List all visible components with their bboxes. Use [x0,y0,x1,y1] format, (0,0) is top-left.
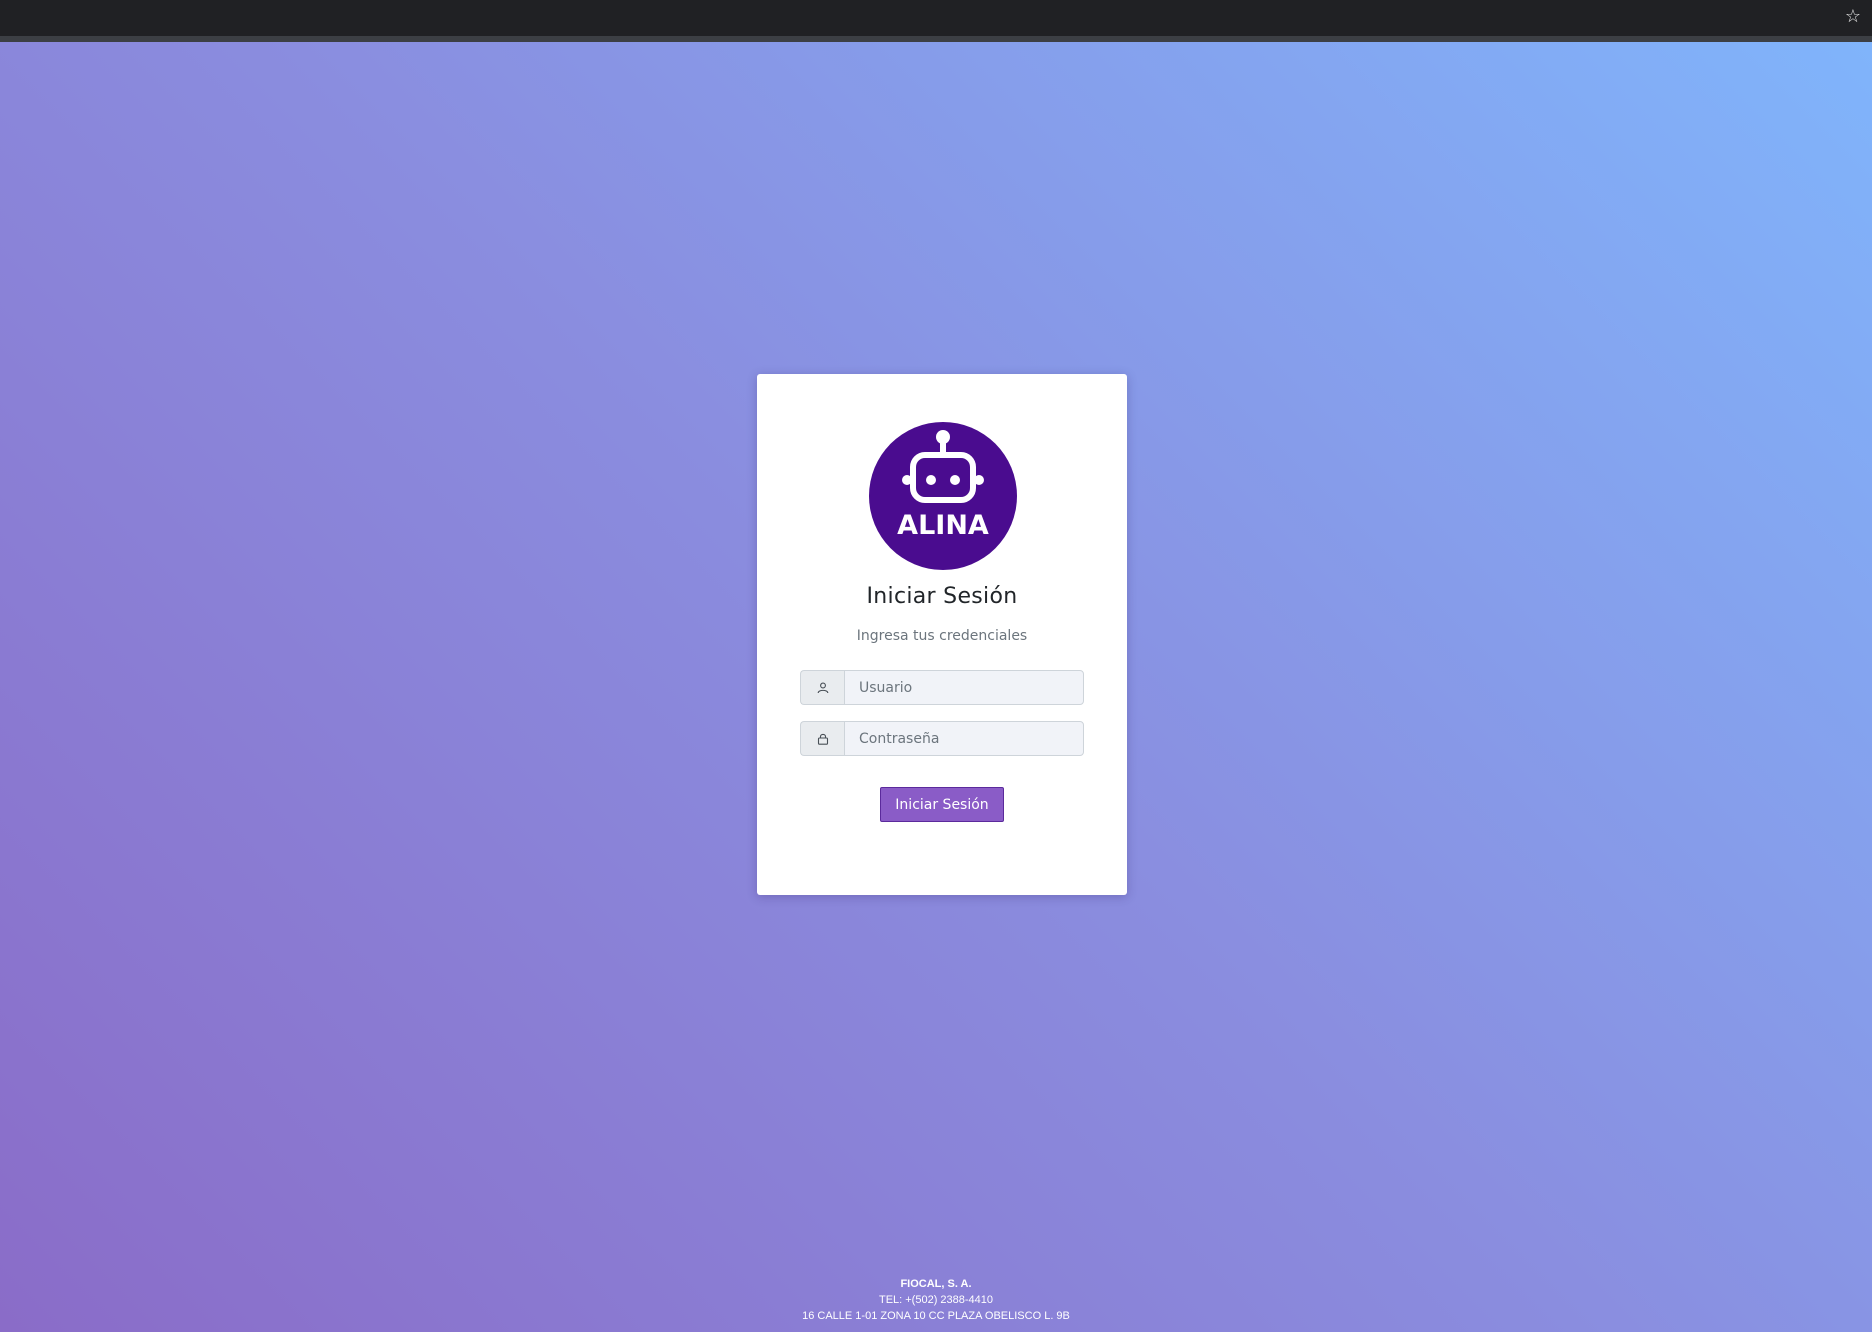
footer-address: 16 CALLE 1-01 ZONA 10 CC PLAZA OBELISCO … [802,1310,1070,1322]
footer-phone: TEL: +(502) 2388-4410 [878,1294,994,1306]
bookmark-star-icon[interactable]: ☆ [1842,6,1864,28]
login-page: ALINA Iniciar Sesión Ingresa tus credenc… [0,42,1872,1332]
user-icon [800,670,844,705]
username-input-group [800,670,1084,705]
logo-text: ALINA [897,510,989,541]
login-card: ALINA Iniciar Sesión Ingresa tus credenc… [757,374,1127,895]
lock-icon [800,721,844,756]
username-field[interactable] [844,670,1084,705]
footer: FIOCAL, S. A. TEL: +(502) 2388-4410 16 C… [0,1276,1872,1324]
password-input-group [800,721,1084,756]
alina-robot-logo: ALINA [869,422,1017,570]
login-button[interactable]: Iniciar Sesión [880,787,1004,822]
page-title: Iniciar Sesión [866,584,1018,609]
password-field[interactable] [844,721,1084,756]
page-subtitle: Ingresa tus credenciales [856,628,1028,644]
footer-company: FIOCAL, S. A. [900,1278,972,1290]
browser-toolbar: ☆ [0,0,1872,42]
